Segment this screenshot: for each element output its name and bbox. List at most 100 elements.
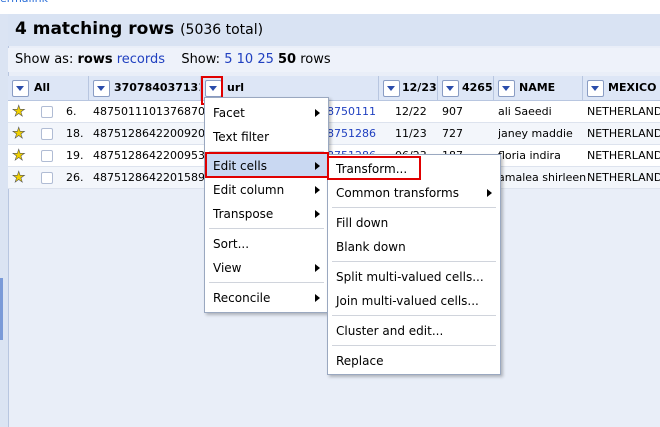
row-index: 19. [66, 149, 84, 162]
menu-item-sort[interactable]: Sort... [205, 232, 328, 256]
row-id: 4875128642200953 [93, 149, 205, 162]
menu-item-view[interactable]: View [205, 256, 328, 280]
menu-label: Sort... [213, 237, 250, 251]
id-column-dropdown-button[interactable] [93, 80, 110, 97]
menu-item-transpose[interactable]: Transpose [205, 202, 328, 226]
submenu-arrow-icon [487, 189, 492, 197]
column-label-country: MEXICO [608, 81, 657, 94]
menu-separator [332, 315, 496, 316]
flag-icon[interactable] [41, 172, 53, 184]
row-country: NETHERLANDS [587, 171, 660, 184]
star-icon[interactable]: ★ [12, 167, 26, 188]
show-records-mode[interactable]: records [117, 52, 165, 67]
row-url[interactable]: 8750111 [327, 101, 376, 122]
column-menu: Facet Text filter Edit cells Edit column… [204, 97, 329, 313]
menu-item-text-filter[interactable]: Text filter [205, 125, 328, 149]
row-country: NETHERLANDS [587, 149, 660, 162]
show-count-10[interactable]: 10 [237, 52, 254, 67]
menu-label: View [213, 261, 242, 275]
column-label-all: All [34, 81, 51, 94]
matching-rows-count: 4 matching rows [15, 19, 175, 39]
submenu-arrow-icon [315, 264, 320, 272]
star-icon[interactable]: ★ [12, 123, 26, 144]
number-column-dropdown-button[interactable] [442, 80, 459, 97]
menu-label: Transpose [213, 207, 274, 221]
total-rows-count: (5036 total) [180, 22, 264, 38]
country-column-dropdown-button[interactable] [587, 80, 604, 97]
row-date: 11/23 [395, 127, 427, 140]
row-id: 4875011101376870 [93, 105, 205, 118]
show-count-25[interactable]: 25 [257, 52, 274, 67]
menu-label: Facet [213, 106, 245, 120]
menu-item-replace[interactable]: Replace [328, 349, 500, 373]
menu-label: Text filter [213, 130, 269, 144]
menu-item-join-multi-valued[interactable]: Join multi-valued cells... [328, 289, 500, 313]
menu-label: Replace [336, 354, 384, 368]
name-column-dropdown-button[interactable] [498, 80, 515, 97]
column-label-id: 37078403713100 [114, 81, 200, 94]
menu-label: Blank down [336, 240, 406, 254]
menu-label: Join multi-valued cells... [336, 294, 479, 308]
show-count-50[interactable]: 50 [278, 52, 296, 67]
row-id: 4875128642201589 [93, 171, 205, 184]
menu-item-facet[interactable]: Facet [205, 101, 328, 125]
row-number: 727 [442, 127, 463, 140]
show-count-5[interactable]: 5 [224, 52, 232, 67]
edit-cells-highlight [205, 152, 329, 178]
menu-item-blank-down[interactable]: Blank down [328, 235, 500, 259]
menu-separator [332, 261, 496, 262]
column-label-date: 12/23 [402, 81, 437, 94]
star-icon[interactable]: ★ [12, 145, 26, 166]
row-country: NETHERLANDS [587, 127, 660, 140]
menu-label: Fill down [336, 216, 389, 230]
menu-separator [209, 228, 324, 229]
submenu-arrow-icon [315, 210, 320, 218]
page-title: 4 matching rows (5036 total) [15, 19, 263, 39]
row-index: 6. [66, 105, 77, 118]
menu-separator [332, 207, 496, 208]
all-column-dropdown-button[interactable] [12, 80, 29, 97]
row-name: floria indira [498, 149, 561, 162]
permalink-link[interactable]: ermalink [0, 0, 48, 5]
menu-label: Edit column [213, 183, 285, 197]
row-name: amalea shirleen [498, 171, 587, 184]
row-name: ali Saeedi [498, 105, 552, 118]
row-country: NETHERLANDS [587, 105, 660, 118]
menu-item-fill-down[interactable]: Fill down [328, 211, 500, 235]
flag-icon[interactable] [41, 106, 53, 118]
flag-icon[interactable] [41, 150, 53, 162]
menu-label: Common transforms [336, 186, 459, 200]
menu-item-common-transforms[interactable]: Common transforms [328, 181, 500, 205]
menu-item-reconcile[interactable]: Reconcile [205, 286, 328, 310]
menu-item-split-multi-valued[interactable]: Split multi-valued cells... [328, 265, 500, 289]
row-date: 12/22 [395, 105, 427, 118]
menu-item-cluster-and-edit[interactable]: Cluster and edit... [328, 319, 500, 343]
row-id: 4875128642200920 [93, 127, 205, 140]
row-index: 26. [66, 171, 84, 184]
submenu-arrow-icon [315, 109, 320, 117]
row-number: 907 [442, 105, 463, 118]
transform-highlight [327, 156, 421, 180]
show-rows-mode[interactable]: rows [77, 52, 112, 67]
flag-icon[interactable] [41, 128, 53, 140]
menu-separator [209, 282, 324, 283]
menu-label: Cluster and edit... [336, 324, 444, 338]
show-count-label: Show: [181, 52, 221, 67]
edit-cells-submenu: Transform... Common transforms Fill down… [327, 154, 501, 375]
table-row: ★ 18. 4875128642200920 8751286 11/23 727… [8, 123, 660, 145]
show-as-label: Show as: [15, 52, 74, 67]
date-column-dropdown-button[interactable] [383, 80, 400, 97]
menu-item-edit-column[interactable]: Edit column [205, 178, 328, 202]
row-url[interactable]: 8751286 [327, 123, 376, 144]
row-index: 18. [66, 127, 84, 140]
table-row: ★ 6. 4875011101376870 8750111 12/22 907 … [8, 101, 660, 123]
left-sidebar-accent [0, 278, 3, 340]
menu-label: Split multi-valued cells... [336, 270, 484, 284]
show-options: Show as: rows records Show: 5 10 25 50 r… [15, 52, 331, 67]
submenu-arrow-icon [315, 186, 320, 194]
submenu-arrow-icon [315, 294, 320, 302]
menu-separator [332, 345, 496, 346]
column-label-number: 4265 [462, 81, 493, 94]
left-sidebar-edge [0, 14, 8, 427]
star-icon[interactable]: ★ [12, 101, 26, 122]
